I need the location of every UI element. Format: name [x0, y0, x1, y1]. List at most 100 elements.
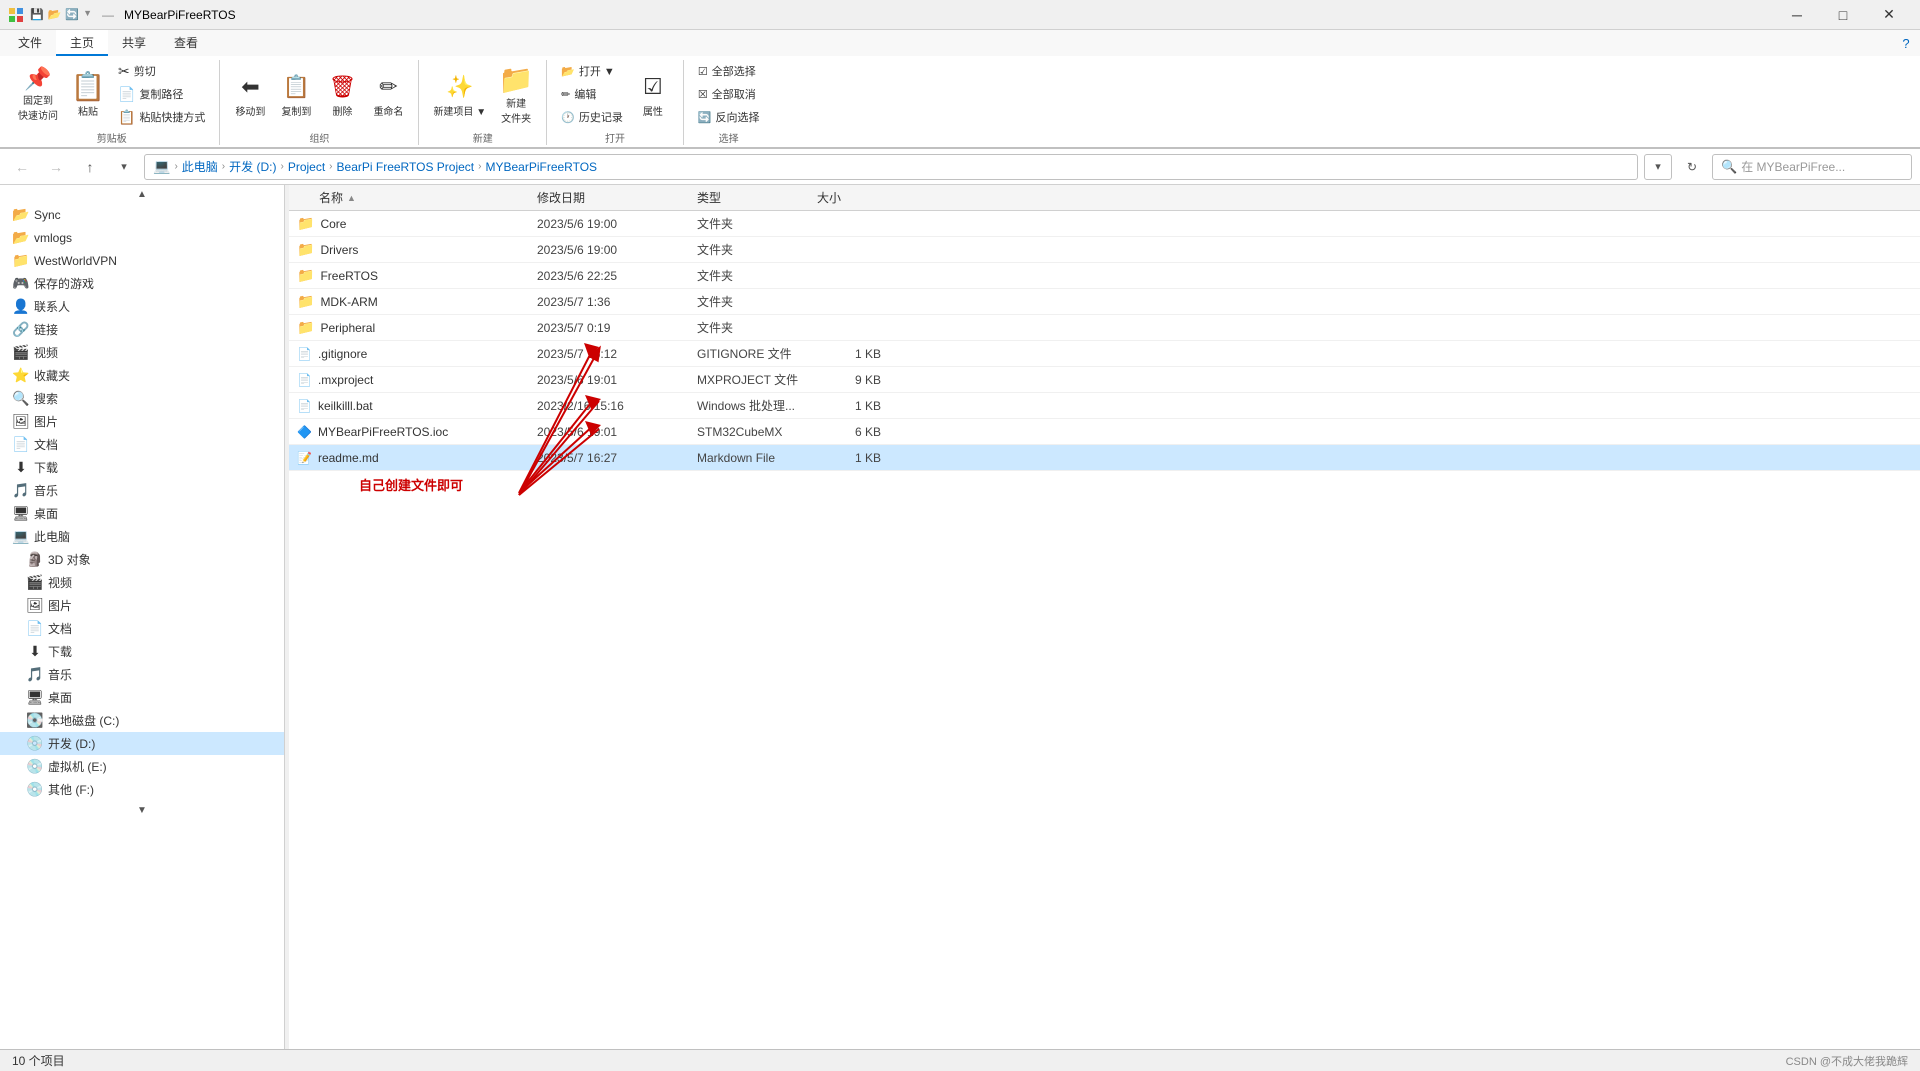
help-button[interactable]: ? — [1892, 30, 1920, 56]
sidebar-item-desktop[interactable]: 🖥 桌面 — [0, 502, 284, 525]
breadcrumb-pc[interactable]: 此电脑 — [182, 158, 218, 175]
links-icon: 🔗 — [12, 321, 30, 338]
sidebar-item-documents[interactable]: 📄 文档 — [0, 433, 284, 456]
copy-label: 复制到 — [281, 103, 311, 118]
file-row-keilkill[interactable]: 📄 keilkilll.bat 2023/2/16 15:16 Windows … — [289, 393, 1920, 419]
open-label: 打开 ▼ — [579, 63, 615, 79]
save-quick-icon[interactable]: 💾 — [30, 8, 44, 21]
maximize-button[interactable]: □ — [1820, 0, 1866, 30]
back-button[interactable]: ← — [8, 153, 36, 181]
sidebar-item-pictures-label: 图片 — [34, 413, 58, 430]
sidebar-item-savedgames[interactable]: 🎮 保存的游戏 — [0, 272, 284, 295]
deselect-all-button[interactable]: ☒ 全部取消 — [692, 83, 766, 105]
properties-button[interactable]: ☑ 属性 — [631, 64, 675, 124]
sidebar-scroll-up[interactable]: ▲ — [0, 185, 284, 203]
sidebar-item-contacts[interactable]: 👤 联系人 — [0, 295, 284, 318]
sidebar-item-videos[interactable]: 🎬 视频 — [0, 341, 284, 364]
dropdown-quick-icon[interactable]: ▼ — [83, 8, 92, 21]
file-row-peripheral[interactable]: 📁 Peripheral 2023/5/7 0:19 文件夹 — [289, 315, 1920, 341]
file-row-mxproject[interactable]: 📄 .mxproject 2023/5/6 19:01 MXPROJECT 文件… — [289, 367, 1920, 393]
rename-button[interactable]: ✏ 重命名 — [366, 64, 410, 124]
tab-file[interactable]: 文件 — [4, 30, 56, 56]
forward-button[interactable]: → — [42, 153, 70, 181]
sidebar-item-pictures[interactable]: 🖼 图片 — [0, 410, 284, 433]
sidebar-item-vmlogs[interactable]: 📂 vmlogs — [0, 226, 284, 249]
sidebar-item-links[interactable]: 🔗 链接 — [0, 318, 284, 341]
column-type[interactable]: 类型 — [689, 189, 809, 206]
minimize-button[interactable]: ─ — [1774, 0, 1820, 30]
sidebar-item-sync[interactable]: 📂 Sync — [0, 203, 284, 226]
refresh-button[interactable]: ↻ — [1678, 154, 1706, 180]
desktop2-icon: 🖥 — [26, 689, 44, 706]
sidebar-item-localdisk-c[interactable]: 💽 本地磁盘 (C:) — [0, 709, 284, 732]
sidebar-item-music2[interactable]: 🎵 音乐 — [0, 663, 284, 686]
paste-shortcut-button[interactable]: 📋 粘贴快捷方式 — [112, 106, 211, 128]
file-date-peripheral: 2023/5/7 0:19 — [529, 321, 689, 335]
file-row-drivers[interactable]: 📁 Drivers 2023/5/6 19:00 文件夹 — [289, 237, 1920, 263]
ribbon-group-new: ✨ 新建项目 ▼ 📁 新建文件夹 新建 — [419, 60, 547, 145]
tab-share[interactable]: 共享 — [108, 30, 160, 56]
history-button[interactable]: 🕐 历史记录 — [555, 106, 629, 128]
sidebar-item-search[interactable]: 🔍 搜索 — [0, 387, 284, 410]
refresh-quick-icon[interactable]: 🔄 — [65, 8, 79, 21]
new-folder-button[interactable]: 📁 新建文件夹 — [494, 64, 538, 124]
sidebar-item-favorites[interactable]: ⭐ 收藏夹 — [0, 364, 284, 387]
ribbon-group-select: ☑ 全部选择 ☒ 全部取消 🔄 反向选择 选择 — [684, 60, 774, 145]
sidebar-item-westworldvpn[interactable]: 📁 WestWorldVPN — [0, 249, 284, 272]
sidebar-item-other-f[interactable]: 💿 其他 (F:) — [0, 778, 284, 801]
recent-paths-button[interactable]: ▾ — [110, 153, 138, 181]
sidebar-item-vm-e[interactable]: 💿 虚拟机 (E:) — [0, 755, 284, 778]
pin-to-quickaccess-button[interactable]: 📌 固定到快速访问 — [12, 64, 64, 124]
file-row-ioc[interactable]: 🔷 MYBearPiFreeRTOS.ioc 2023/5/6 19:01 ST… — [289, 419, 1920, 445]
sidebar-item-dev-d-label: 开发 (D:) — [48, 735, 95, 752]
copy-path-button[interactable]: 📄 复制路径 — [112, 83, 211, 105]
up-button[interactable]: ↑ — [76, 153, 104, 181]
sidebar-item-documents-label: 文档 — [34, 436, 58, 453]
address-dropdown-button[interactable]: ▾ — [1644, 154, 1672, 180]
search-bar[interactable]: 🔍 在 MYBearPiFree... — [1712, 154, 1912, 180]
breadcrumb-mybearpi[interactable]: MYBearPiFreeRTOS — [485, 160, 597, 174]
sidebar-item-3dobjects[interactable]: 🗿 3D 对象 — [0, 548, 284, 571]
breadcrumb-drive[interactable]: 开发 (D:) — [229, 158, 276, 175]
select-all-button[interactable]: ☑ 全部选择 — [692, 60, 766, 82]
breadcrumb-bearpi[interactable]: BearPi FreeRTOS Project — [337, 160, 475, 174]
breadcrumb-arrow-3: › — [280, 161, 283, 172]
move-to-button[interactable]: ⬅ 移动到 — [228, 64, 272, 124]
window-controls[interactable]: ─ □ ✕ — [1774, 0, 1912, 30]
quick-access-icons[interactable]: 💾 📂 🔄 ▼ — [30, 8, 92, 21]
open-button[interactable]: 📂 打开 ▼ — [555, 60, 629, 82]
sidebar-item-dev-d[interactable]: 💿 开发 (D:) — [0, 732, 284, 755]
new-item-button[interactable]: ✨ 新建项目 ▼ — [427, 64, 492, 124]
sidebar-item-videos2[interactable]: 🎬 视频 — [0, 571, 284, 594]
sidebar-item-downloads[interactable]: ⬇ 下载 — [0, 456, 284, 479]
file-row-gitignore[interactable]: 📄 .gitignore 2023/5/7 16:12 GITIGNORE 文件… — [289, 341, 1920, 367]
invert-select-button[interactable]: 🔄 反向选择 — [692, 106, 766, 128]
column-size[interactable]: 大小 — [809, 189, 889, 206]
paste-button[interactable]: 📋 粘贴 — [66, 64, 110, 124]
sidebar-item-thispc[interactable]: 💻 此电脑 — [0, 525, 284, 548]
column-date[interactable]: 修改日期 — [529, 189, 689, 206]
open-quick-icon[interactable]: 📂 — [48, 8, 62, 21]
cut-button[interactable]: ✂ 剪切 — [112, 60, 211, 82]
delete-button[interactable]: 🗑 删除 — [320, 64, 364, 124]
sidebar-item-pictures2[interactable]: 🖼 图片 — [0, 594, 284, 617]
file-row-core[interactable]: 📁 Core 2023/5/6 19:00 文件夹 — [289, 211, 1920, 237]
file-row-mdkarm[interactable]: 📁 MDK-ARM 2023/5/7 1:36 文件夹 — [289, 289, 1920, 315]
sidebar-item-music[interactable]: 🎵 音乐 — [0, 479, 284, 502]
file-row-readme[interactable]: 📝 readme.md 2023/5/7 16:27 Markdown File… — [289, 445, 1920, 471]
sidebar-item-downloads2[interactable]: ⬇ 下载 — [0, 640, 284, 663]
copy-to-button[interactable]: 📋 复制到 — [274, 64, 318, 124]
savedgames-icon: 🎮 — [12, 275, 30, 292]
column-name[interactable]: 名称 ▲ — [289, 189, 529, 206]
tab-view[interactable]: 查看 — [160, 30, 212, 56]
sidebar-item-documents2[interactable]: 📄 文档 — [0, 617, 284, 640]
sidebar-scroll-down[interactable]: ▼ — [0, 801, 284, 819]
close-button[interactable]: ✕ — [1866, 0, 1912, 30]
breadcrumb-project[interactable]: Project — [288, 160, 325, 174]
address-bar[interactable]: 💻 › 此电脑 › 开发 (D:) › Project › BearPi Fre… — [144, 154, 1638, 180]
window-icon — [8, 7, 24, 23]
sidebar-item-desktop2[interactable]: 🖥 桌面 — [0, 686, 284, 709]
edit-button[interactable]: ✏ 编辑 — [555, 83, 629, 105]
tab-home[interactable]: 主页 — [56, 30, 108, 56]
file-row-freertos[interactable]: 📁 FreeRTOS 2023/5/6 22:25 文件夹 — [289, 263, 1920, 289]
